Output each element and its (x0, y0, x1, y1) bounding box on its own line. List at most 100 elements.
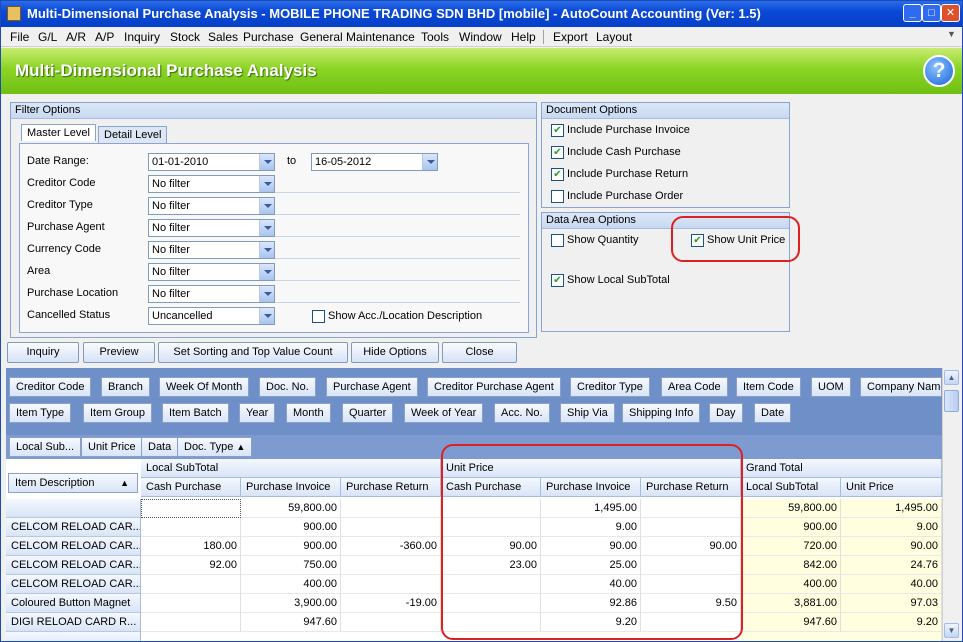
currency-code-combo[interactable]: No filter (148, 241, 275, 259)
grid-cell[interactable] (441, 499, 541, 518)
chevron-down-icon[interactable] (422, 154, 437, 170)
row-header[interactable]: CELCOM RELOAD CAR... (6, 537, 141, 556)
purchase-location-combo[interactable]: No filter (148, 285, 275, 303)
menu-window[interactable]: Window (459, 30, 502, 44)
menu-stock[interactable]: Stock (170, 30, 200, 44)
grid-cell[interactable]: 25.00 (541, 556, 641, 575)
grid-cell[interactable]: 947.60 (741, 613, 841, 632)
grid-cell[interactable] (341, 613, 441, 632)
grid-cell[interactable]: 59,800.00 (241, 499, 341, 518)
grid-cell[interactable] (341, 575, 441, 594)
grid-cell[interactable]: 9.00 (841, 518, 942, 537)
grid-cell[interactable] (341, 518, 441, 537)
grid-cell[interactable]: 900.00 (741, 518, 841, 537)
menu-help[interactable]: Help (511, 30, 536, 44)
grid-cell[interactable]: 40.00 (541, 575, 641, 594)
grid-cell[interactable] (441, 575, 541, 594)
row-header[interactable]: CELCOM RELOAD CAR... (6, 518, 141, 537)
menu-file[interactable]: File (10, 30, 29, 44)
grid-cell[interactable]: 90.00 (641, 537, 741, 556)
inquiry-button[interactable]: Inquiry (7, 342, 79, 363)
grid-cell[interactable]: 40.00 (841, 575, 942, 594)
creditor-code-combo[interactable]: No filter (148, 175, 275, 193)
field-doc-no[interactable]: Doc. No. (259, 377, 316, 397)
grid-cell[interactable]: 90.00 (541, 537, 641, 556)
field-creditor-purchase-agent[interactable]: Creditor Purchase Agent (427, 377, 561, 397)
grid-cell[interactable] (441, 594, 541, 613)
field-item-type[interactable]: Item Type (9, 403, 72, 423)
show-unit-price-checkbox[interactable]: ✔ (691, 234, 704, 247)
col-header-grand-local-subtotal[interactable]: Local SubTotal (741, 478, 841, 497)
include-cash-purchase-checkbox[interactable]: ✔ (551, 146, 564, 159)
grid-cell[interactable] (141, 594, 241, 613)
chevron-down-icon[interactable] (259, 308, 274, 324)
grid-cell[interactable] (341, 556, 441, 575)
menu-tools[interactable]: Tools (421, 30, 449, 44)
help-icon[interactable]: ? (923, 55, 955, 87)
row-header[interactable]: DIGI RELOAD CARD R... (6, 613, 141, 632)
grid-cell[interactable]: -360.00 (341, 537, 441, 556)
data-field-local-subtotal[interactable]: Local Sub... (9, 437, 82, 457)
close-window-button[interactable]: ✕ (941, 4, 960, 22)
preview-button[interactable]: Preview (83, 342, 155, 363)
grid-cell[interactable]: 24.76 (841, 556, 942, 575)
grid-cell[interactable]: 900.00 (241, 537, 341, 556)
field-area-code[interactable]: Area Code (661, 377, 728, 397)
purchase-agent-combo[interactable]: No filter (148, 219, 275, 237)
grid-cell[interactable]: 9.00 (541, 518, 641, 537)
date-from-combo[interactable]: 01-01-2010 (148, 153, 275, 171)
grid-cell[interactable]: 180.00 (141, 537, 241, 556)
scroll-down-icon[interactable]: ▼ (944, 623, 959, 638)
row-header[interactable] (6, 632, 141, 641)
field-item-code[interactable]: Item Code (736, 377, 801, 397)
grid-cell[interactable]: 59,800.00 (741, 499, 841, 518)
row-field-item-description[interactable]: Item Description ▲ (8, 473, 138, 493)
menu-inquiry[interactable]: Inquiry (124, 30, 160, 44)
data-field-data[interactable]: Data (141, 437, 179, 457)
field-day[interactable]: Day (709, 403, 743, 423)
grid-cell[interactable]: 97.03 (841, 594, 942, 613)
menu-sales[interactable]: Sales (208, 30, 238, 44)
grid-cell[interactable]: 23.00 (441, 556, 541, 575)
grid-cell[interactable]: 400.00 (741, 575, 841, 594)
field-quarter[interactable]: Quarter (342, 403, 394, 423)
col-header-unit-purchase-return[interactable]: Purchase Return (641, 478, 741, 497)
menu-general-maintenance[interactable]: General Maintenance (300, 30, 415, 44)
show-quantity-checkbox[interactable] (551, 234, 564, 247)
grid-cell[interactable]: 9.50 (641, 594, 741, 613)
show-local-subtotal-checkbox[interactable]: ✔ (551, 274, 564, 287)
tab-master-level[interactable]: Master Level (21, 124, 96, 141)
menu-ar[interactable]: A/R (66, 30, 86, 44)
row-header[interactable]: CELCOM RELOAD CAR... (6, 556, 141, 575)
menu-ap[interactable]: A/P (95, 30, 114, 44)
grid-cell[interactable] (141, 575, 241, 594)
grid-cell[interactable]: 720.00 (741, 537, 841, 556)
field-year[interactable]: Year (239, 403, 276, 423)
grid-cell[interactable]: 92.86 (541, 594, 641, 613)
maximize-button[interactable]: □ (922, 4, 941, 22)
grid-cell[interactable] (641, 518, 741, 537)
set-sorting-button[interactable]: Set Sorting and Top Value Count (158, 342, 348, 363)
grid-cell[interactable]: 947.60 (241, 613, 341, 632)
row-header[interactable]: CELCOM RELOAD CAR... (6, 575, 141, 594)
vertical-scrollbar[interactable]: ▲ ▼ (942, 368, 959, 641)
col-header-cash-purchase[interactable]: Cash Purchase (141, 478, 241, 497)
col-header-purchase-return[interactable]: Purchase Return (341, 478, 441, 497)
field-item-group[interactable]: Item Group (83, 403, 153, 423)
col-header-unit-cash-purchase[interactable]: Cash Purchase (441, 478, 541, 497)
field-company-name[interactable]: Company Name (860, 377, 942, 397)
close-button[interactable]: Close (442, 342, 517, 363)
grid-cell[interactable] (141, 518, 241, 537)
grid-cell[interactable]: 400.00 (241, 575, 341, 594)
date-to-combo[interactable]: 16-05-2012 (311, 153, 438, 171)
menu-layout[interactable]: Layout (596, 30, 632, 44)
cancelled-status-combo[interactable]: Uncancelled (148, 307, 275, 325)
field-creditor-type[interactable]: Creditor Type (570, 377, 650, 397)
grid-cell[interactable]: 842.00 (741, 556, 841, 575)
grid-cell[interactable] (441, 613, 541, 632)
hide-options-button[interactable]: Hide Options (351, 342, 439, 363)
column-field-doc-type[interactable]: Doc. Type ▲ (177, 437, 253, 457)
grid-cell[interactable]: 9.20 (541, 613, 641, 632)
col-header-grand-unit-price[interactable]: Unit Price (841, 478, 942, 497)
row-header[interactable]: Coloured Button Magnet (6, 594, 141, 613)
